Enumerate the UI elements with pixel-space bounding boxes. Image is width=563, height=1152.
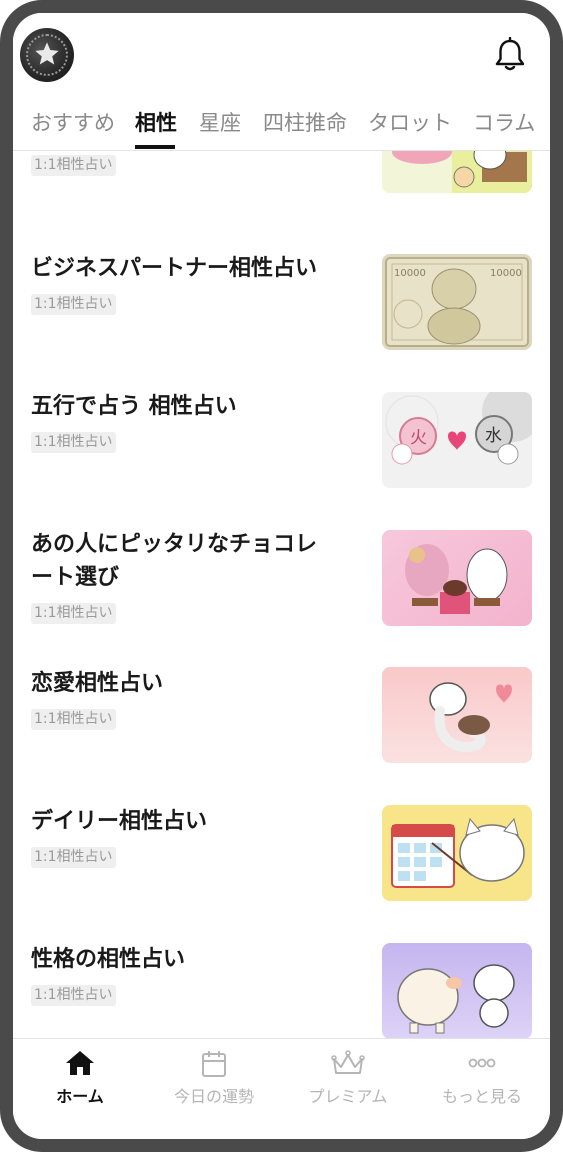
item-thumbnail (382, 943, 532, 1038)
home-icon (66, 1051, 94, 1075)
app-screen: おすすめ 相性 星座 四柱推命 タロット コラム 1:1相性占い ビジネスパート… (13, 13, 550, 1139)
item-thumbnail (382, 530, 532, 626)
picnic-illustration (382, 151, 532, 193)
item-title-line-1: あの人にピッタリなチョコレ (31, 532, 318, 557)
item-title-line-2: ート選び (31, 565, 120, 590)
tab-four-pillars[interactable]: 四柱推命 (263, 107, 347, 137)
list-item[interactable]: 恋愛相性占い 1:1相性占い (13, 662, 550, 782)
item-badge: 1:1相性占い (31, 155, 116, 176)
water-label: 水 (485, 426, 502, 446)
device-frame: おすすめ 相性 星座 四柱推命 タロット コラム 1:1相性占い ビジネスパート… (0, 0, 563, 1152)
nav-more[interactable]: もっと見る (415, 1039, 549, 1139)
item-thumbnail: 火 水 (382, 392, 532, 488)
item-thumbnail (382, 667, 532, 763)
nav-today-fortune-label: 今日の運勢 (173, 1087, 254, 1106)
tab-compatibility[interactable]: 相性 (135, 107, 177, 137)
item-badge: 1:1相性占い (31, 847, 116, 868)
tab-column[interactable]: コラム (473, 107, 535, 137)
banknote-illustration: 10000 10000 (385, 257, 529, 347)
bell-icon[interactable] (493, 37, 527, 73)
list-item[interactable]: 性格の相性占い 1:1相性占い (13, 938, 550, 1038)
calendar-cat-illustration (391, 817, 525, 888)
item-title: 恋愛相性占い (31, 671, 164, 696)
nav-today-fortune[interactable]: 今日の運勢 (147, 1039, 281, 1139)
list-item[interactable]: ビジネスパートナー相性占い 1:1相性占い 10000 10000 (13, 247, 550, 367)
item-title: デイリー相性占い (31, 809, 208, 834)
profile-avatar[interactable] (20, 28, 74, 82)
item-title: ビジネスパートナー相性占い (31, 256, 318, 281)
item-badge: 1:1相性占い (31, 985, 116, 1006)
crown-icon (331, 1050, 365, 1074)
chocolate-illustration (405, 544, 508, 614)
more-icon (468, 1058, 496, 1068)
fire-label: 火 (410, 428, 427, 448)
tab-recommended[interactable]: おすすめ (31, 107, 115, 137)
list-item[interactable]: デイリー相性占い 1:1相性占い (13, 800, 550, 920)
nav-home[interactable]: ホーム (13, 1039, 147, 1139)
item-thumbnail: 10000 10000 (382, 254, 532, 350)
item-badge: 1:1相性占い (31, 432, 116, 453)
item-thumbnail (382, 151, 532, 193)
item-title: 性格の相性占い (31, 947, 186, 972)
tab-horoscope[interactable]: 星座 (199, 107, 241, 137)
bottom-navigation: ホーム 今日の運勢 プレミアム もっと見る (13, 1038, 550, 1139)
bill-value-right: 10000 (490, 268, 522, 279)
item-badge: 1:1相性占い (31, 294, 116, 315)
item-badge: 1:1相性占い (31, 603, 116, 624)
app-header (13, 13, 550, 93)
item-badge: 1:1相性占い (31, 709, 116, 730)
active-tab-indicator (135, 145, 175, 149)
snake-illustration (429, 682, 512, 753)
nav-more-label: もっと見る (441, 1087, 522, 1106)
nav-premium[interactable]: プレミアム (281, 1039, 415, 1139)
item-thumbnail (382, 805, 532, 901)
list-item[interactable]: 1:1相性占い (13, 151, 550, 211)
star-avatar-icon (35, 42, 59, 65)
calendar-icon (202, 1051, 226, 1077)
fortune-list: 1:1相性占い ビジネスパートナー相性占い 1:1相性占い 10000 1000… (13, 151, 550, 1038)
item-title: 五行で占う 相性占い (31, 394, 237, 419)
tab-tarot[interactable]: タロット (368, 107, 452, 137)
five-elements-illustration: 火 水 (385, 392, 532, 465)
category-tabs: おすすめ 相性 星座 四柱推命 タロット コラム (13, 93, 550, 151)
nav-premium-label: プレミアム (308, 1087, 388, 1106)
nav-home-label: ホーム (56, 1087, 104, 1106)
list-item[interactable]: 五行で占う 相性占い 1:1相性占い 火 水 (13, 385, 550, 505)
pig-tiger-illustration (397, 964, 515, 1034)
bill-value-left: 10000 (394, 268, 426, 279)
list-item[interactable]: あの人にピッタリなチョコレ ート選び 1:1相性占い (13, 523, 550, 678)
